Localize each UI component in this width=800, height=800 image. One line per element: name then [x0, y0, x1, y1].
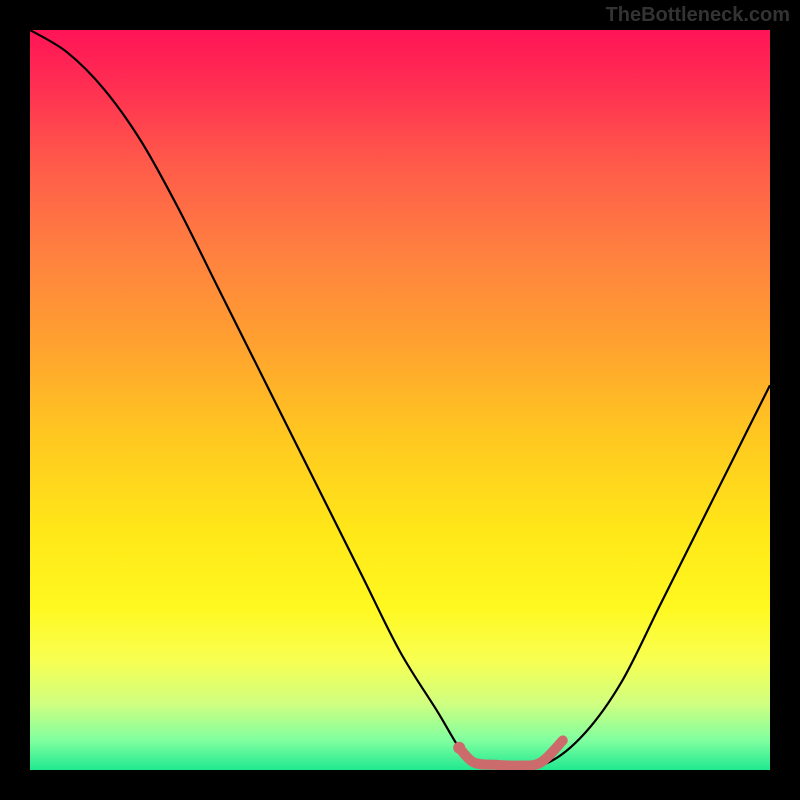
- bottleneck-curve-path: [30, 30, 770, 767]
- highlight-dot: [453, 742, 465, 754]
- highlight-segment-path: [459, 740, 563, 765]
- chart-plot-area: [30, 30, 770, 770]
- watermark-text: TheBottleneck.com: [606, 4, 790, 27]
- chart-svg: [30, 30, 770, 770]
